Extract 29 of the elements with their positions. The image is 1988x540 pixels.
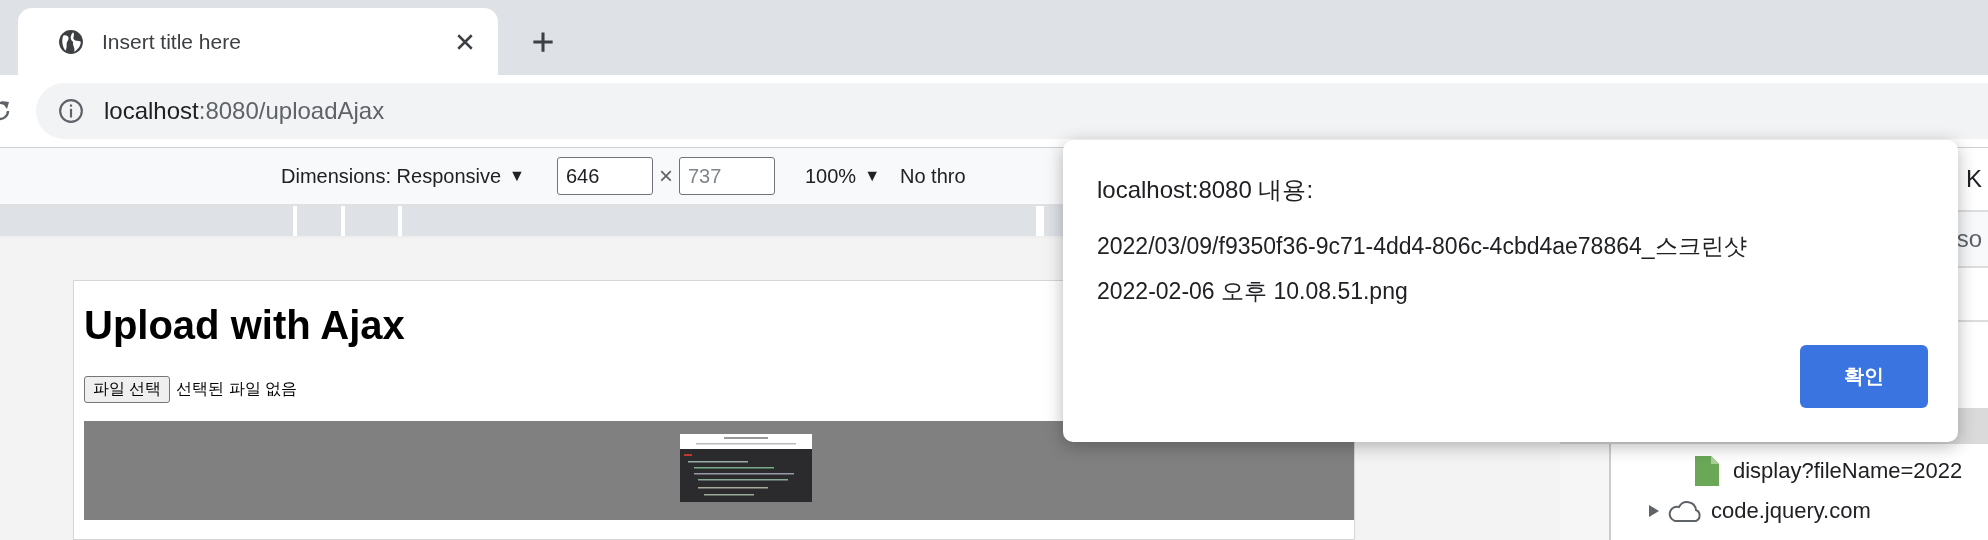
url-text: localhost:8080/uploadAjax	[104, 97, 385, 125]
new-tab-icon[interactable]	[532, 31, 554, 53]
confirm-button[interactable]: 확인	[1800, 345, 1928, 408]
dropdown-arrow[interactable]: ▼	[509, 167, 525, 185]
dropdown-arrow[interactable]: ▼	[864, 167, 880, 185]
file-icon	[1695, 456, 1719, 486]
times-sign: ×	[658, 162, 673, 190]
dimensions-dropdown[interactable]: Dimensions: Responsive	[281, 164, 502, 188]
tree-item-label[interactable]: code.jquery.com	[1711, 498, 1871, 524]
globe-icon	[58, 28, 84, 55]
dialog-title: localhost:8080 내용:	[1097, 175, 1315, 205]
cloud-icon	[1667, 499, 1703, 523]
browser-tab[interactable]: Insert title here	[18, 8, 498, 75]
info-icon[interactable]	[58, 98, 84, 124]
close-icon[interactable]	[456, 32, 474, 51]
width-field[interactable]: 646	[556, 157, 653, 195]
zoom-dropdown[interactable]: 100%	[804, 164, 857, 188]
height-field[interactable]: 737	[678, 157, 775, 195]
throttling-dropdown[interactable]: No thro	[899, 164, 966, 188]
panel-title-text: K	[1966, 165, 1982, 193]
collapsed-arrow-icon[interactable]	[1649, 505, 1659, 517]
file-select-button[interactable]: 파일 선택	[84, 376, 171, 403]
tree-item-label[interactable]: display?fileName=2022	[1733, 458, 1963, 484]
dialog-message: 2022/03/09/f9350f36-9c71-4dd4-806c-4cbd4ae78864_스크린샷 2022-02-06 오후 10.08.51.png	[1097, 232, 1748, 306]
tab-title: Insert title here	[102, 29, 242, 54]
panel-row-text: so	[1956, 225, 1982, 253]
file-status: 선택된 파일 없음	[176, 379, 298, 399]
page-heading: Upload with Ajax	[84, 303, 406, 348]
address-bar[interactable]: localhost:8080/uploadAjax	[36, 83, 1988, 139]
